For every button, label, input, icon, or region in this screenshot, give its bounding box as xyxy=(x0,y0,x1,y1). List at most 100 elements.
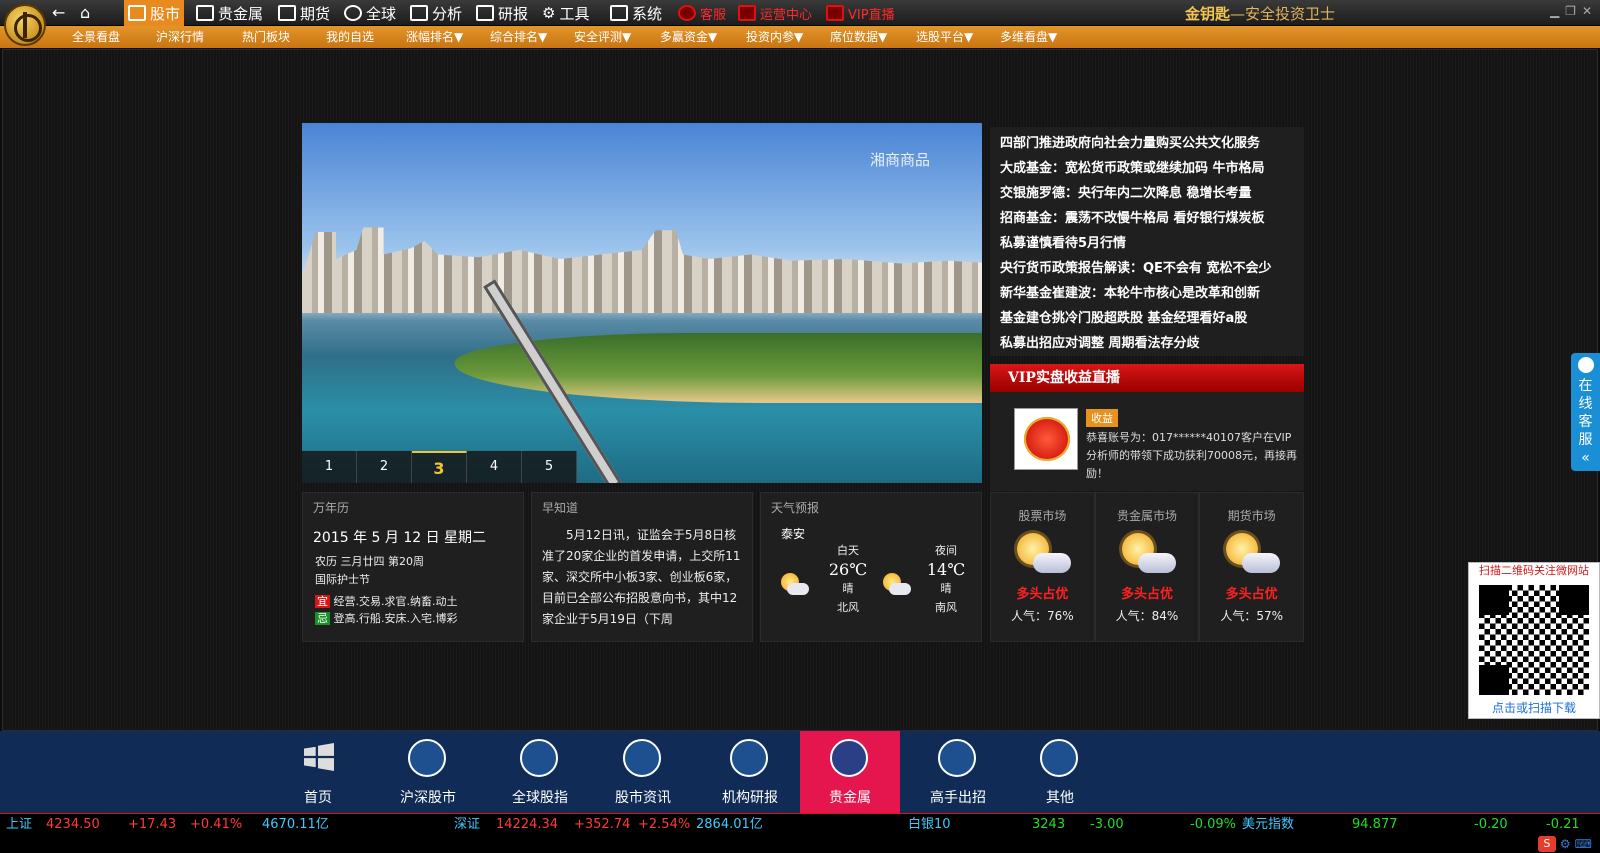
news-item[interactable]: 大成基金：宽松货币政策或继续加码 牛市格局 xyxy=(1000,156,1294,181)
market-stock[interactable]: 股票市场 多头占优 人气：76% xyxy=(990,492,1095,642)
keyboard-icon[interactable]: ⌨ xyxy=(1575,837,1592,851)
nav-precious-metals[interactable]: 贵金属 xyxy=(192,0,267,26)
banner-page-4[interactable]: 4 xyxy=(467,451,522,483)
dock-stock-news[interactable]: 股市资讯 xyxy=(593,731,693,813)
subnav-shsz-quotes[interactable]: 沪深行情 xyxy=(156,26,204,48)
nav-futures[interactable]: 期货 xyxy=(274,0,334,26)
dock-global-indices[interactable]: 全球股指 xyxy=(490,731,590,813)
vip-profit-live-panel: VIP实盘收益直播 收益 恭喜账号为：017******40107客户在VIP分… xyxy=(990,364,1304,491)
weather-panel: 天气预报 泰安 白天 26℃ 晴 北风 夜间 14℃ 晴 南风 xyxy=(760,492,982,642)
banner-page-2[interactable]: 2 xyxy=(357,451,412,483)
news-item[interactable]: 新华基金崔建波：本轮牛市核心是改革和创新 xyxy=(1000,281,1294,306)
banner-page-5[interactable]: 5 xyxy=(522,451,577,483)
banner-page-3[interactable]: 3 xyxy=(412,451,467,483)
vip-panel-title: VIP实盘收益直播 xyxy=(990,364,1304,392)
qr-download-link[interactable]: 点击或扫描下载 xyxy=(1469,699,1599,716)
subnav-overall-ranking[interactable]: 综合排名▼ xyxy=(490,26,547,48)
day-wind: 北风 xyxy=(837,601,859,614)
nav-tools[interactable]: ⚙ 工具 xyxy=(538,0,593,26)
nav-operations[interactable]: 运营中心 xyxy=(734,0,816,26)
nav-vip-live[interactable]: VIP直播 xyxy=(822,0,899,26)
news-item[interactable]: 交银施罗德：央行年内二次降息 稳增长考量 xyxy=(1000,181,1294,206)
nav-analysis[interactable]: 分析 xyxy=(406,0,466,26)
vip-profit-message[interactable]: 恭喜账号为：017******40107客户在VIP分析师的带领下成功获利700… xyxy=(1086,429,1298,483)
subnav-insider[interactable]: 投资内参▼ xyxy=(746,26,803,48)
globe-icon xyxy=(520,739,558,777)
calendar-date: 2015 年 5 月 12 日 星期二 xyxy=(313,530,487,546)
subnav-my-watchlist[interactable]: 我的自选 xyxy=(326,26,374,48)
sogou-ime-icon[interactable]: S xyxy=(1537,836,1556,852)
news-list: 四部门推进政府向社会力量购买公共文化服务 大成基金：宽松货币政策或继续加码 牛市… xyxy=(990,127,1304,356)
yi-text: 经营.交易.求官.纳畜.动土 xyxy=(333,595,458,608)
sunny-icon xyxy=(881,571,911,595)
news-item[interactable]: 私募出招应对调整 周期看法存分歧 xyxy=(1000,331,1294,356)
ticker-sz-name[interactable]: 深证 xyxy=(454,814,480,836)
nav-stock[interactable]: 股市 xyxy=(124,0,185,26)
subnav-stock-picker[interactable]: 选股平台▼ xyxy=(916,26,973,48)
dock-home[interactable]: 首页 xyxy=(268,731,368,813)
dock-expert-tips[interactable]: 高手出招 xyxy=(908,731,1008,813)
close-icon[interactable]: ✕ xyxy=(1582,4,1592,18)
market-popularity: 人气：76% xyxy=(1010,609,1074,623)
market-status: 多头占优 xyxy=(1121,587,1174,602)
sunny-cloud-icon xyxy=(1226,533,1281,573)
ime-toolbar[interactable]: S ⚙ ⌨ xyxy=(1537,836,1592,852)
restore-icon[interactable]: ❐ xyxy=(1565,4,1576,18)
market-futures[interactable]: 期货市场 多头占优 人气：57% xyxy=(1199,492,1305,642)
service-char: 线 xyxy=(1578,396,1593,412)
subnav-overview[interactable]: 全景看盘 xyxy=(72,26,120,48)
day-cond: 晴 xyxy=(842,582,854,595)
ticker-sh-name[interactable]: 上证 xyxy=(6,814,32,836)
news-item[interactable]: 招商基金：震荡不改慢牛格局 看好银行煤炭板 xyxy=(1000,206,1294,231)
line-chart-icon xyxy=(278,5,296,21)
ticker-ag-name[interactable]: 白银10 xyxy=(908,814,951,836)
news-item[interactable]: 私募谨慎看待5月行情 xyxy=(1000,231,1294,256)
subnav-multi-view[interactable]: 多维看盘▼ xyxy=(1000,26,1057,48)
ticker-sh-pct: +0.41% xyxy=(190,817,243,832)
calendar-yi: 宜 经营.交易.求官.纳畜.动土 xyxy=(315,593,458,609)
online-service-tab[interactable]: 在 线 客 服 « xyxy=(1571,353,1600,471)
qr-code-image[interactable] xyxy=(1479,585,1589,695)
sunny-cloud-icon xyxy=(1121,533,1176,573)
back-arrow-icon[interactable]: ← xyxy=(52,3,65,23)
market-status: 多头占优 xyxy=(1016,587,1069,602)
dock-precious-metals[interactable]: 贵金属 xyxy=(800,731,900,813)
news-item[interactable]: 基金建仓挑冷门股超跌股 基金经理看好a股 xyxy=(1000,306,1294,331)
qr-code-box[interactable]: 扫描二维码关注微网站 点击或扫描下载 xyxy=(1468,562,1600,719)
banner-page-1[interactable]: 1 xyxy=(302,451,357,483)
user-icon xyxy=(1577,357,1594,373)
ticker-ag-price: 3243 xyxy=(1032,817,1066,832)
news-item[interactable]: 央行货币政策报告解读：QE不会有 宽松不会少 xyxy=(1000,256,1294,281)
weather-night: 夜间 14℃ 晴 南风 xyxy=(921,541,971,617)
dock-institution-reports[interactable]: 机构研报 xyxy=(700,731,800,813)
morning-news-title: 早知道 xyxy=(542,501,579,515)
subnav-hot-sectors[interactable]: 热门板块 xyxy=(242,26,290,48)
banner-slideshow[interactable]: 湘商商品 1 2 3 4 5 xyxy=(302,123,982,483)
report-icon xyxy=(476,5,494,21)
subnav-seat-data[interactable]: 席位数据▼ xyxy=(830,26,887,48)
nav-system[interactable]: 系统 xyxy=(606,0,666,26)
collapse-icon[interactable]: « xyxy=(1571,449,1600,467)
subnav-gain-ranking[interactable]: 涨幅排名▼ xyxy=(406,26,463,48)
nav-service[interactable]: 客服 xyxy=(674,0,730,26)
news-item[interactable]: 四部门推进政府向社会力量购买公共文化服务 xyxy=(1000,131,1294,156)
night-temp: 14℃ xyxy=(926,560,966,579)
subnav-funds[interactable]: 多赢资金▼ xyxy=(660,26,717,48)
service-icon xyxy=(678,5,696,21)
morning-news-text[interactable]: 5月12日讯，证监会于5月8日核准了20家企业的首发申请，上交所11家、深交所中… xyxy=(542,525,748,637)
nav-research[interactable]: 研报 xyxy=(472,0,532,26)
nav-global[interactable]: 全球 xyxy=(340,0,400,26)
ticker-sh-price: 4234.50 xyxy=(46,817,100,832)
ime-mode-icon[interactable]: ⚙ xyxy=(1560,837,1571,851)
subnav-safety-rating[interactable]: 安全评测▼ xyxy=(574,26,631,48)
ticker-usd-name[interactable]: 美元指数 xyxy=(1242,814,1294,836)
dock-shsz-stocks[interactable]: 沪深股市 xyxy=(378,731,478,813)
operations-icon xyxy=(738,5,756,21)
dock-others[interactable]: 其他 xyxy=(1010,731,1110,813)
home-icon[interactable]: ⌂ xyxy=(80,3,90,23)
ji-badge: 忌 xyxy=(315,612,330,625)
presentation-icon xyxy=(938,739,976,777)
market-precious-metals[interactable]: 贵金属市场 多头占优 人气：84% xyxy=(1094,492,1200,642)
minimize-icon[interactable]: ▁ xyxy=(1550,4,1559,18)
document-chart-icon xyxy=(830,739,868,777)
